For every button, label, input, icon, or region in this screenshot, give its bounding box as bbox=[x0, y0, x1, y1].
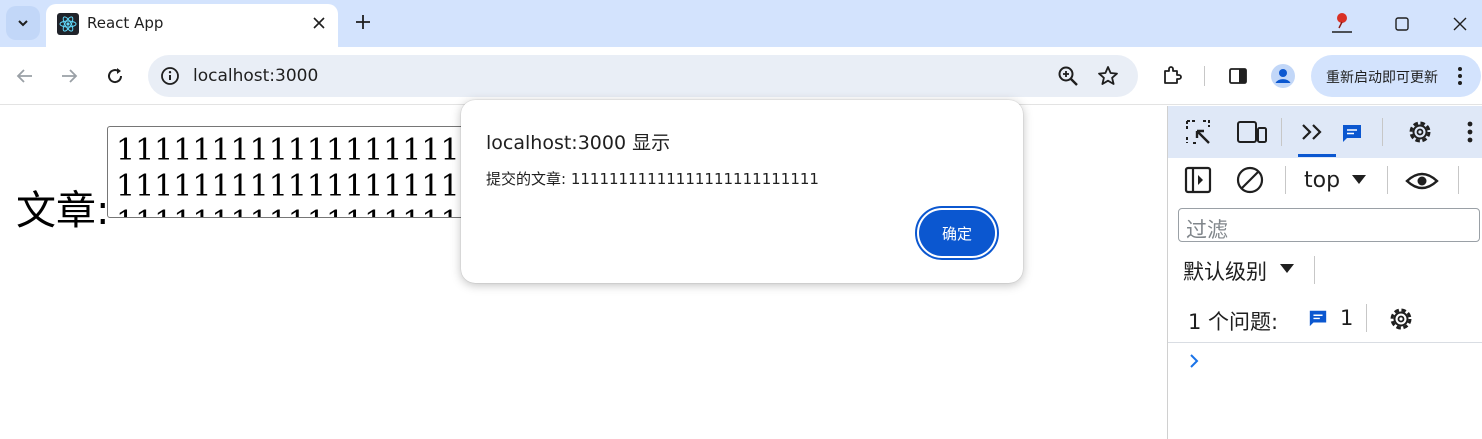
browser-toolbar: localhost:3000 重新启动即可更新 bbox=[0, 47, 1482, 105]
kebab-icon bbox=[1457, 65, 1463, 87]
tab-react-app[interactable]: React App bbox=[46, 4, 338, 48]
forward-button[interactable] bbox=[53, 60, 85, 92]
gear-icon bbox=[1386, 304, 1416, 334]
toolbar-separator bbox=[1285, 166, 1286, 194]
plus-icon bbox=[355, 14, 371, 30]
console-tab[interactable] bbox=[1298, 116, 1328, 148]
console-divider bbox=[1168, 342, 1482, 343]
console-settings-button[interactable] bbox=[1384, 302, 1418, 336]
devtools-tabbar bbox=[1168, 106, 1482, 158]
side-panel-button[interactable] bbox=[1222, 60, 1254, 92]
messages-button[interactable] bbox=[1340, 121, 1364, 145]
console-icon bbox=[1300, 121, 1326, 143]
zoom-icon[interactable] bbox=[1057, 65, 1079, 87]
alert-dialog: localhost:3000 显示 提交的文章: 111111111111111… bbox=[461, 100, 1023, 283]
alert-message: 提交的文章: 11111111111111111111111111 bbox=[486, 170, 819, 188]
back-button[interactable] bbox=[9, 60, 41, 92]
devtools-panel: top 过滤 默认级别 1 个问题: 1 bbox=[1167, 106, 1482, 439]
reload-button[interactable] bbox=[99, 60, 131, 92]
clear-icon bbox=[1236, 166, 1264, 194]
log-level-selector[interactable]: 默认级别 bbox=[1178, 252, 1308, 284]
toolbar-separator bbox=[1458, 166, 1459, 194]
clear-console-button[interactable] bbox=[1234, 164, 1266, 196]
article-label: 文章: bbox=[16, 188, 110, 234]
context-label: top bbox=[1304, 168, 1341, 193]
relaunch-to-update-button[interactable]: 重新启动即可更新 bbox=[1311, 55, 1481, 97]
back-arrow-icon bbox=[15, 66, 35, 86]
article-textarea[interactable]: 1111111111111111111111111111111111111111… bbox=[107, 126, 467, 218]
issues-count-button[interactable]: 1 bbox=[1306, 302, 1366, 334]
console-prompt[interactable] bbox=[1188, 352, 1200, 370]
tabbar-separator bbox=[1382, 118, 1383, 146]
alert-ok-label: 确定 bbox=[919, 210, 995, 256]
toolbar-separator bbox=[1314, 256, 1315, 284]
url-text[interactable]: localhost:3000 bbox=[193, 66, 318, 86]
update-label: 重新启动即可更新 bbox=[1326, 70, 1438, 86]
alert-title: localhost:3000 显示 bbox=[486, 132, 671, 154]
toolbar-separator bbox=[1387, 166, 1388, 194]
tab-strip: React App bbox=[0, 0, 1482, 48]
maximize-button[interactable] bbox=[1388, 12, 1416, 36]
address-bar[interactable]: localhost:3000 bbox=[148, 55, 1138, 97]
eye-icon bbox=[1405, 170, 1439, 192]
info-icon[interactable] bbox=[160, 66, 180, 86]
chevron-right-icon bbox=[1188, 352, 1200, 370]
star-icon[interactable] bbox=[1097, 65, 1119, 87]
profile-icon bbox=[1270, 63, 1296, 89]
tab-close-button[interactable] bbox=[308, 12, 330, 34]
extensions-button[interactable] bbox=[1156, 60, 1188, 92]
messages-icon bbox=[1341, 122, 1363, 144]
messages-icon bbox=[1308, 308, 1328, 328]
gear-icon bbox=[1405, 117, 1435, 147]
device-toolbar-button[interactable] bbox=[1234, 116, 1270, 148]
settings-button[interactable] bbox=[1403, 115, 1437, 149]
profile-button[interactable] bbox=[1267, 60, 1299, 92]
active-tab-indicator bbox=[1298, 154, 1336, 157]
log-level-label: 默认级别 bbox=[1183, 260, 1267, 284]
caret-down-icon bbox=[1352, 175, 1366, 185]
maximize-icon bbox=[1395, 17, 1409, 31]
console-filter-input[interactable]: 过滤 bbox=[1178, 208, 1480, 242]
chevron-down-icon bbox=[16, 16, 30, 30]
sidebar-toggle-button[interactable] bbox=[1182, 164, 1214, 196]
kebab-icon bbox=[1467, 119, 1473, 145]
close-icon bbox=[313, 17, 325, 29]
live-expression-button[interactable] bbox=[1404, 166, 1440, 196]
minimize-icon bbox=[1326, 12, 1356, 36]
minimize-button[interactable] bbox=[1318, 12, 1362, 36]
tab-title: React App bbox=[87, 14, 164, 32]
issues-count: 1 bbox=[1340, 306, 1354, 330]
tabbar-separator bbox=[1281, 118, 1282, 146]
extensions-icon bbox=[1161, 65, 1183, 87]
reload-icon bbox=[105, 66, 125, 86]
devtools-menu-button[interactable] bbox=[1464, 118, 1476, 146]
close-icon bbox=[1452, 16, 1468, 32]
window-close-button[interactable] bbox=[1446, 12, 1474, 36]
forward-arrow-icon bbox=[59, 66, 79, 86]
alert-ok-button[interactable]: 确定 bbox=[915, 206, 999, 260]
tab-search-button[interactable] bbox=[6, 6, 40, 40]
inspect-icon bbox=[1184, 118, 1212, 146]
sidebar-toggle-icon bbox=[1184, 166, 1212, 194]
react-icon bbox=[57, 13, 79, 35]
toolbar-separator bbox=[1366, 304, 1367, 332]
new-tab-button[interactable] bbox=[350, 9, 376, 35]
side-panel-icon bbox=[1228, 66, 1248, 86]
issues-label: 1 个问题: bbox=[1188, 310, 1279, 334]
caret-down-icon bbox=[1280, 264, 1294, 274]
inspect-button[interactable] bbox=[1182, 116, 1214, 148]
context-selector[interactable]: top bbox=[1296, 166, 1376, 196]
device-icon bbox=[1236, 119, 1268, 145]
toolbar-separator bbox=[1204, 66, 1205, 86]
filter-placeholder: 过滤 bbox=[1186, 218, 1228, 242]
